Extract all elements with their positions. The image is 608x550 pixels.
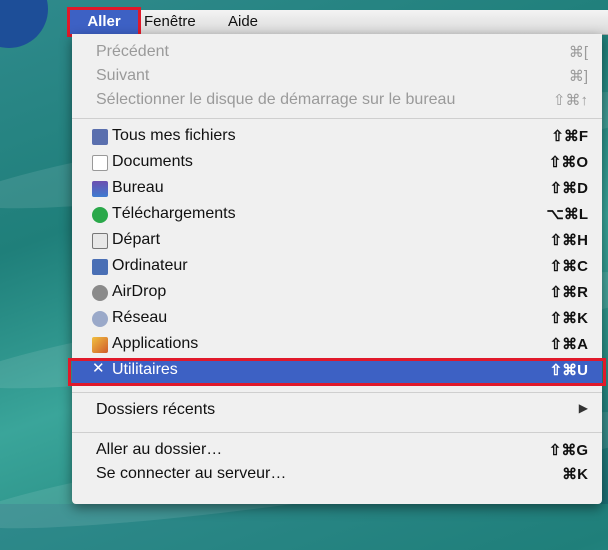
separator (72, 432, 602, 433)
menu-item-label: Aller au dossier… (96, 441, 222, 459)
menu-aller[interactable]: Aller (70, 10, 138, 34)
shortcut: ⇧⌘A (550, 335, 588, 353)
menu-item-ordinateur[interactable]: Ordinateur ⇧⌘C (72, 254, 602, 280)
shortcut: ⇧⌘R (550, 283, 588, 301)
submenu-arrow-icon: ▶ (579, 401, 588, 415)
desktop-icon (92, 181, 108, 197)
highlight-box-utilitaires (68, 358, 606, 386)
menu-item-documents[interactable]: Documents ⇧⌘O (72, 150, 602, 176)
aller-dropdown-menu: Précédent ⌘[ Suivant ⌘] Sélectionner le … (72, 34, 602, 504)
menu-item-dossiers-recents[interactable]: Dossiers récents ▶ (72, 398, 602, 424)
downloads-icon (92, 207, 108, 223)
shortcut: ⇧⌘G (549, 441, 588, 459)
menu-item-label: Se connecter au serveur… (96, 465, 286, 483)
shortcut: ⇧⌘F (551, 127, 588, 145)
menu-item-label: Bureau (112, 179, 164, 197)
menu-item-label: Tous mes fichiers (112, 127, 236, 145)
shortcut: ⌘K (562, 465, 588, 483)
airdrop-icon (92, 285, 108, 301)
menu-item-depart[interactable]: Départ ⇧⌘H (72, 228, 602, 254)
shortcut: ⌥⌘L (547, 205, 588, 223)
all-files-icon (92, 129, 108, 145)
menu-item-label: Précédent (96, 43, 169, 61)
separator (72, 392, 602, 393)
menu-item-label: Départ (112, 231, 160, 249)
menu-bar: Aller Fenêtre Aide (68, 10, 608, 35)
shortcut: ⌘[ (569, 43, 588, 61)
menu-item-label: AirDrop (112, 283, 166, 301)
shortcut: ⇧⌘C (550, 257, 588, 275)
menu-item-label: Applications (112, 335, 198, 353)
menu-item-reseau[interactable]: Réseau ⇧⌘K (72, 306, 602, 332)
menu-item-tous-mes-fichiers[interactable]: Tous mes fichiers ⇧⌘F (72, 124, 602, 150)
step-badge: 1 (0, 0, 48, 48)
applications-icon (92, 337, 108, 353)
network-icon (92, 311, 108, 327)
menu-item-aller-au-dossier[interactable]: Aller au dossier… ⇧⌘G (72, 438, 602, 464)
menu-item-label: Dossiers récents (96, 401, 215, 419)
shortcut: ⇧⌘O (549, 153, 588, 171)
menu-item-precedent[interactable]: Précédent ⌘[ (72, 40, 602, 66)
menu-item-startup-disk[interactable]: Sélectionner le disque de démarrage sur … (72, 88, 602, 114)
shortcut: ⇧⌘H (550, 231, 588, 249)
menu-item-applications[interactable]: Applications ⇧⌘A (72, 332, 602, 358)
shortcut: ⇧⌘D (550, 179, 588, 197)
menu-aide[interactable]: Aide (228, 10, 258, 34)
shortcut: ⌘] (569, 67, 588, 85)
separator (72, 118, 602, 119)
menu-item-airdrop[interactable]: AirDrop ⇧⌘R (72, 280, 602, 306)
computer-icon (92, 259, 108, 275)
menu-item-label: Téléchargements (112, 205, 236, 223)
menu-item-label: Suivant (96, 67, 149, 85)
menu-item-label: Sélectionner le disque de démarrage sur … (96, 91, 455, 109)
menu-item-suivant[interactable]: Suivant ⌘] (72, 64, 602, 90)
menu-fenetre[interactable]: Fenêtre (144, 10, 196, 34)
home-icon (92, 233, 108, 249)
menu-item-label: Documents (112, 153, 193, 171)
menu-item-se-connecter-au-serveur[interactable]: Se connecter au serveur… ⌘K (72, 462, 602, 488)
shortcut: ⇧⌘K (550, 309, 588, 327)
shortcut: ⇧⌘↑ (553, 91, 588, 109)
menu-item-telechargements[interactable]: Téléchargements ⌥⌘L (72, 202, 602, 228)
documents-icon (92, 155, 108, 171)
menu-item-bureau[interactable]: Bureau ⇧⌘D (72, 176, 602, 202)
menu-item-label: Ordinateur (112, 257, 188, 275)
menu-item-label: Réseau (112, 309, 167, 327)
